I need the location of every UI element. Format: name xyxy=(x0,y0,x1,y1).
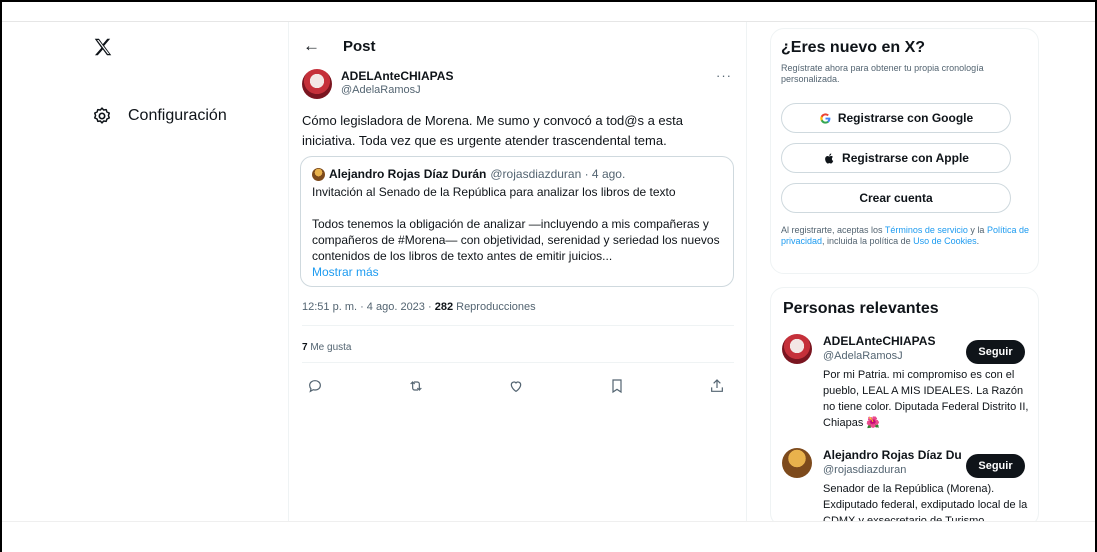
apple-icon xyxy=(825,153,834,164)
signup-subtitle: Regístrate ahora para obtener tu propia … xyxy=(781,63,984,84)
share-icon[interactable] xyxy=(708,377,726,395)
avatar[interactable] xyxy=(782,334,812,364)
gear-icon xyxy=(94,107,110,124)
nav-settings-label: Configuración xyxy=(128,107,227,124)
legal-text-4: . xyxy=(976,236,980,246)
page-title: Post xyxy=(343,37,376,55)
create-account-label: Crear cuenta xyxy=(859,191,933,205)
divider xyxy=(302,362,734,363)
like-icon[interactable] xyxy=(507,377,525,395)
legal-text-3: , incluida la política de xyxy=(822,236,914,246)
quoted-post[interactable]: Alejandro Rojas Díaz Durán @rojasdiazdur… xyxy=(300,156,734,287)
repost-icon[interactable] xyxy=(407,377,425,395)
browser-frame: Configuración ← Post ADELAnteCHIAPAS @Ad… xyxy=(0,0,1097,552)
apple-signup-label: Registrarse con Apple xyxy=(842,151,969,165)
apple-signup-button[interactable]: Registrarse con Apple xyxy=(781,143,1011,173)
legal-text-1: Al registrarte, aceptas los xyxy=(781,225,885,235)
show-more-link[interactable]: Mostrar más xyxy=(312,264,722,280)
legal-text-2: y la xyxy=(967,225,987,235)
relevant-people-card: Personas relevantes ADELAnteCHIAPAS @Ade… xyxy=(770,287,1039,527)
post-actions xyxy=(306,377,726,395)
google-signup-button[interactable]: Registrarse con Google xyxy=(781,103,1011,133)
views-count: 282 xyxy=(434,301,454,313)
relevant-people-title: Personas relevantes xyxy=(783,300,939,317)
legal-text: Al registrarte, aceptas los Términos de … xyxy=(781,225,1031,247)
likes-summary[interactable]: 7 Me gusta xyxy=(302,342,351,353)
avatar[interactable] xyxy=(782,448,812,478)
quote-author-name: Alejandro Rojas Díaz Durán xyxy=(329,167,487,181)
post-text: Cómo legisladora de Morena. Me sumo y co… xyxy=(302,113,683,148)
create-account-button[interactable]: Crear cuenta xyxy=(781,183,1011,213)
bookmark-icon[interactable] xyxy=(608,377,626,395)
person-handle[interactable]: @rojasdiazduran xyxy=(823,464,973,476)
follow-button[interactable]: Seguir xyxy=(966,454,1025,478)
follow-button[interactable]: Seguir xyxy=(966,340,1025,364)
more-options-icon[interactable]: ··· xyxy=(716,68,732,83)
post-header: ← Post xyxy=(303,36,376,56)
terms-link[interactable]: Términos de servicio xyxy=(885,225,968,235)
person-handle[interactable]: @AdelaRamosJ xyxy=(823,350,973,362)
person-name[interactable]: ADELAnteCHIAPAS xyxy=(823,334,973,348)
signup-card: ¿Eres nuevo en X? Regístrate ahora para … xyxy=(770,28,1039,274)
quote-avatar xyxy=(312,167,325,181)
quote-body: Todos tenemos la obligación de analizar … xyxy=(312,217,720,263)
google-icon xyxy=(820,112,831,124)
cookies-link[interactable]: Uso de Cookies xyxy=(913,236,977,246)
person-bio: Por mi Patria. mi compromiso es con el p… xyxy=(823,369,1029,429)
author-handle[interactable]: @AdelaRamosJ xyxy=(341,84,453,96)
timestamp-text: 12:51 p. m. · 4 ago. 2023 · xyxy=(302,301,435,313)
back-arrow-icon[interactable]: ← xyxy=(303,36,327,56)
avatar[interactable] xyxy=(302,69,332,99)
reply-icon[interactable] xyxy=(306,377,324,395)
quote-meta: @rojasdiazduran · 4 ago. xyxy=(490,167,626,181)
divider xyxy=(302,325,734,326)
signup-title: ¿Eres nuevo en X? xyxy=(781,39,926,56)
google-signup-label: Registrarse con Google xyxy=(837,111,974,125)
author-name[interactable]: ADELAnteCHIAPAS xyxy=(341,69,453,83)
post-author[interactable]: ADELAnteCHIAPAS @AdelaRamosJ xyxy=(302,69,453,99)
person-name[interactable]: Alejandro Rojas Díaz Du xyxy=(823,448,973,462)
x-logo-icon[interactable] xyxy=(92,36,118,62)
views-label: Reproducciones xyxy=(453,301,536,313)
quote-subject: Invitación al Senado de la República par… xyxy=(312,185,676,199)
post-timestamp: 12:51 p. m. · 4 ago. 2023 · 282 Reproduc… xyxy=(302,301,536,313)
bottom-bar xyxy=(2,521,1095,552)
main-column: ← Post ADELAnteCHIAPAS @AdelaRamosJ ··· … xyxy=(288,22,747,522)
likes-label: Me gusta xyxy=(307,342,352,353)
top-bar xyxy=(2,2,1095,22)
nav-settings[interactable]: Configuración xyxy=(92,106,292,126)
